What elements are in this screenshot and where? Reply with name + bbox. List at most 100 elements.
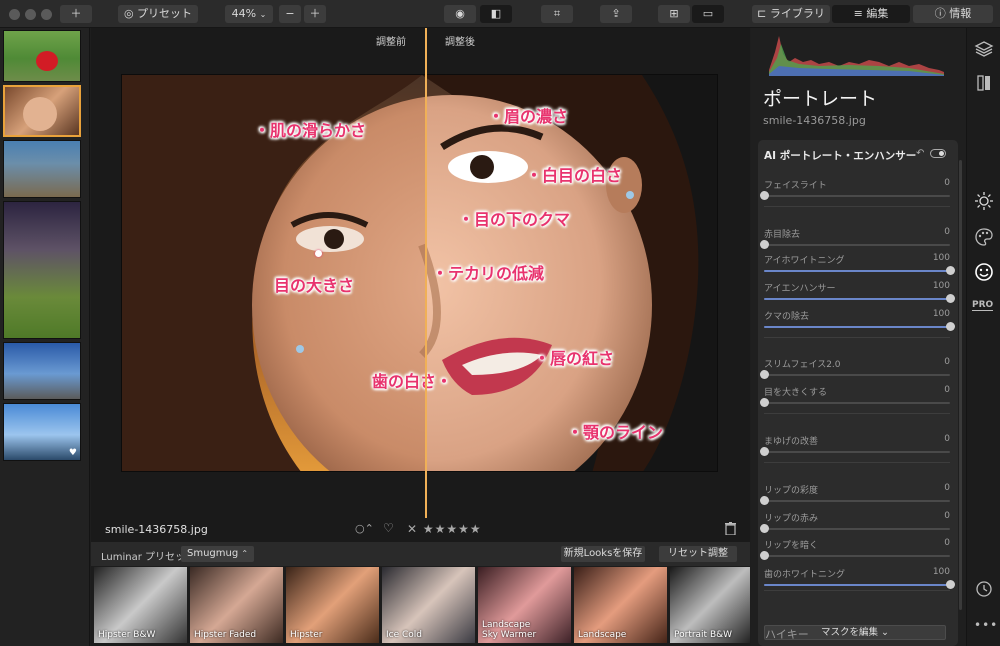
luminar-presets-bar: Luminar プリセット Smugmug ⌃ 新規Looksを保存 リセット調… [91, 542, 750, 566]
preset-tile[interactable]: Landscape [574, 567, 667, 643]
layers-icon[interactable] [973, 38, 995, 60]
callout-skin-smoothing: ・肌の滑らかさ [254, 121, 367, 140]
crop-button[interactable]: ⌗ [541, 5, 573, 23]
portrait-photo[interactable]: ・肌の滑らかさ ・眉の濃さ ・白目の白さ ・目の下のクマ 目の大きさ ・テカリの… [121, 74, 718, 472]
history-clock-icon[interactable] [973, 578, 995, 600]
preset-tile[interactable]: Portrait B&W [670, 567, 750, 643]
filmstrip-thumb[interactable] [3, 201, 81, 339]
zoom-select[interactable]: 44% ⌄ [225, 5, 273, 23]
zoom-in-button[interactable]: ＋ [304, 5, 326, 23]
before-label: 調整前 [376, 37, 406, 48]
slider-knob[interactable] [760, 524, 769, 533]
slider-knob[interactable] [946, 294, 955, 303]
slider[interactable]: 赤目除去 0 [760, 227, 950, 253]
more-options-icon[interactable]: ••• [974, 618, 998, 632]
single-image-icon: ▭ [702, 7, 714, 20]
slider-track[interactable] [764, 451, 950, 453]
window-close-button[interactable] [9, 9, 20, 20]
slider-knob[interactable] [760, 496, 769, 505]
preset-tile[interactable]: Hipster [286, 567, 379, 643]
presets-button[interactable]: ◎ プリセット [118, 5, 198, 23]
palette-creative-icon[interactable] [973, 226, 995, 248]
slider[interactable]: リップの彩度 0 [760, 483, 950, 509]
preset-tile[interactable]: Hipster B&W [94, 567, 187, 643]
zoom-out-button[interactable]: − [279, 5, 301, 23]
reset-adjustments-button[interactable]: リセット調整 [659, 546, 737, 562]
slider-knob[interactable] [760, 551, 769, 560]
filmstrip-thumb-selected[interactable] [3, 85, 81, 137]
slider[interactable]: まゆげの改善 0 [760, 434, 950, 460]
library-tab[interactable]: ⊏ ライブラリ [752, 5, 830, 23]
slider-value: 100 [932, 253, 950, 263]
slider[interactable]: アイホワイトニング 100 [764, 253, 955, 279]
slider-track[interactable] [764, 244, 950, 246]
presets-icon: ◎ [123, 7, 134, 20]
preset-tile[interactable]: Ice Cold [382, 567, 475, 643]
preset-thumbnails: Hipster B&W Hipster Faded Hipster Ice Co… [91, 566, 750, 646]
slider-knob[interactable] [946, 266, 955, 275]
info-icon: ⓘ [934, 7, 946, 20]
slider-track[interactable] [764, 195, 950, 197]
slider[interactable]: スリムフェイス2.0 0 [760, 357, 950, 383]
preview-button[interactable]: ◉ [444, 5, 476, 23]
split-compare-icon: ◧ [490, 7, 502, 20]
slider-knob[interactable] [760, 398, 769, 407]
grid-view-button[interactable]: ⊞ [658, 5, 690, 23]
tool-toggle[interactable] [930, 149, 946, 158]
slider[interactable]: リップの赤み 0 [760, 511, 950, 537]
next-tool-highkey[interactable]: ハイキー [765, 626, 809, 642]
slider[interactable]: フェイスライト 0 [760, 178, 950, 204]
slider-track[interactable] [764, 528, 950, 530]
trash-icon[interactable] [725, 522, 736, 538]
sun-essentials-icon[interactable] [973, 190, 995, 212]
slider[interactable]: アイエンハンサー 100 [764, 281, 955, 307]
preset-tile[interactable]: Landscape Sky Warmer [478, 567, 571, 643]
color-label-icon[interactable]: ○⌃ [355, 522, 374, 535]
slider[interactable]: 目を大きくする 0 [760, 385, 950, 411]
compare-button[interactable]: ◧ [480, 5, 512, 23]
window-zoom-button[interactable] [41, 9, 52, 20]
slider-track[interactable] [764, 500, 950, 502]
slider-knob[interactable] [760, 240, 769, 249]
compare-split-handle[interactable] [425, 28, 427, 518]
slider-track[interactable] [764, 555, 950, 557]
filmstrip-thumb[interactable] [3, 140, 81, 198]
share-button[interactable]: ⇪ [600, 5, 632, 23]
info-tab[interactable]: ⓘ 情報 [913, 5, 993, 23]
callout-jaw-line: ・顎のライン [567, 423, 664, 442]
pro-tools-button[interactable]: PRO [972, 300, 994, 311]
edit-tab[interactable]: ≡ 編集 [832, 5, 910, 23]
window-minimize-button[interactable] [25, 9, 36, 20]
add-photos-button[interactable]: ＋ [60, 5, 92, 23]
slider-track[interactable] [764, 402, 950, 404]
preset-tile[interactable]: Hipster Faded [190, 567, 283, 643]
filmstrip-thumb[interactable]: ♥ [3, 403, 81, 461]
panel-scrollbar[interactable] [959, 160, 962, 610]
filmstrip-thumb[interactable] [3, 30, 81, 82]
slider-knob[interactable] [946, 322, 955, 331]
ai-portrait-enhancer-card: AI ポートレート・エンハンサー ↶ フェイスライト 0 赤目除去 0 アイホワイトニン… [758, 140, 958, 646]
single-view-button[interactable]: ▭ [692, 5, 724, 23]
sliders-icon: ≡ [853, 7, 863, 20]
slider[interactable]: リップを暗く 0 [760, 538, 950, 564]
slider-knob[interactable] [760, 191, 769, 200]
slider-label: スリムフェイス2.0 [764, 360, 841, 370]
slider-track[interactable] [764, 374, 950, 376]
undo-icon[interactable]: ↶ [916, 148, 924, 159]
preset-collection-select[interactable]: Smugmug ⌃ [181, 546, 255, 562]
smiley-portrait-icon[interactable] [973, 261, 995, 283]
rating-stars[interactable]: ✕ ★★★★★ [407, 522, 482, 536]
slider-knob[interactable] [760, 447, 769, 456]
image-filename: smile-1436758.jpg [105, 523, 208, 536]
slider[interactable]: クマの除去 100 [764, 309, 955, 335]
favorite-heart-icon[interactable]: ♡ [383, 521, 394, 535]
slider-label: リップの彩度 [764, 486, 819, 496]
filmstrip-thumb[interactable] [3, 342, 81, 400]
canvas-tools-icon[interactable] [973, 72, 995, 94]
save-looks-button[interactable]: 新規Looksを保存 [561, 546, 645, 562]
slider-knob[interactable] [946, 580, 955, 589]
edit-panel: ポートレート smile-1436758.jpg AI ポートレート・エンハンサ… [751, 28, 966, 646]
slider-label: フェイスライト [764, 181, 827, 191]
grid-icon: ⊞ [669, 7, 679, 20]
slider-knob[interactable] [760, 370, 769, 379]
